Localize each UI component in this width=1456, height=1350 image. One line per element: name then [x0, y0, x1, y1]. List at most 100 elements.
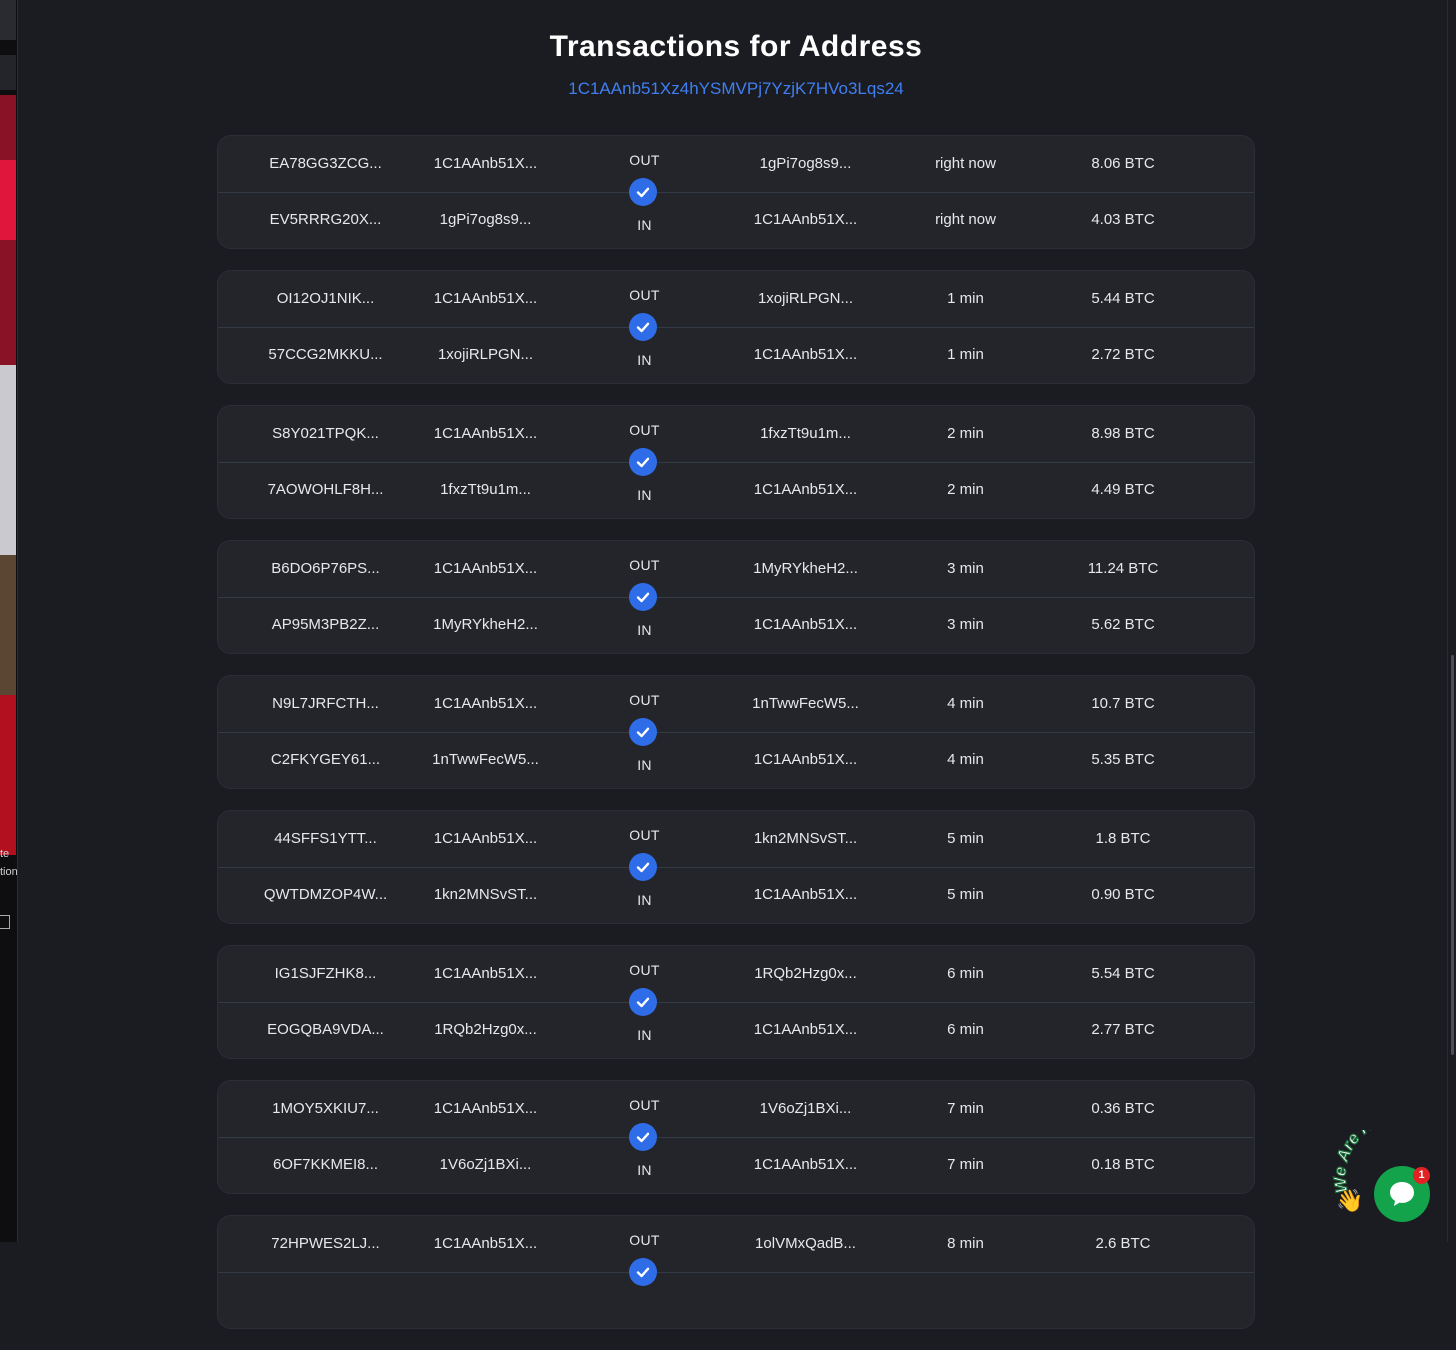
tx-amount: 5.44 BTC: [1091, 290, 1155, 307]
tx-amount: 5.54 BTC: [1091, 965, 1155, 982]
transaction-row-in[interactable]: 57CCG2MKKU... 1xojiRLPGN... IN 1C1AAnb51X..…: [218, 327, 1254, 383]
transaction-row-out[interactable]: S8Y021TPQK... 1C1AAnb51X... OUT 1fxzTt9u1m.…: [218, 406, 1254, 462]
tx-from: 1C1AAnb51X...: [433, 1100, 538, 1117]
transaction-row-out[interactable]: OI12OJ1NIK... 1C1AAnb51X... OUT 1xojiRLPGN.…: [218, 271, 1254, 327]
tx-to: 1C1AAnb51X...: [753, 481, 858, 498]
tx-time: 8 min: [947, 1235, 984, 1252]
tx-from: 1gPi7og8s9...: [439, 211, 532, 228]
scrollbar-thumb[interactable]: [1451, 655, 1454, 1055]
row-divider: [218, 1002, 1254, 1003]
tx-hash: [248, 1272, 403, 1328]
tx-hash: 7AOWOHLF8H...: [267, 481, 384, 498]
tx-hash: 57CCG2MKKU...: [268, 346, 383, 363]
tx-amount: 8.98 BTC: [1091, 425, 1155, 442]
tx-from: 1C1AAnb51X...: [433, 1235, 538, 1252]
tx-amount: 4.03 BTC: [1091, 211, 1155, 228]
tx-amount: 2.72 BTC: [1091, 346, 1155, 363]
transaction-row-out[interactable]: B6DO6P76PS... 1C1AAnb51X... OUT 1MyRYkheH2.…: [218, 541, 1254, 597]
strip-text-2: tion: [0, 866, 18, 878]
tx-from: 1C1AAnb51X...: [433, 830, 538, 847]
tx-to: 1kn2MNSvST...: [753, 830, 858, 847]
tx-to: 1C1AAnb51X...: [753, 886, 858, 903]
tx-to: 1MyRYkheH2...: [753, 560, 858, 577]
check-icon: [629, 1258, 657, 1286]
tx-to: 1V6oZj1BXi...: [759, 1100, 852, 1117]
transaction-row-out[interactable]: 72HPWES2LJ... 1C1AAnb51X... OUT 1olVMxQadB.…: [218, 1216, 1254, 1272]
transaction-row-in[interactable]: EV5RRRG20X... 1gPi7og8s9... IN 1C1AAnb51X..…: [218, 192, 1254, 248]
tx-amount: 4.49 BTC: [1091, 481, 1155, 498]
tx-to: 1C1AAnb51X...: [753, 1021, 858, 1038]
tx-from: [408, 1272, 563, 1328]
tx-time: right now: [935, 155, 996, 172]
transaction-row-in[interactable]: EOGQBA9VDA... 1RQb2Hzg0x... IN 1C1AAnb51X..…: [218, 1002, 1254, 1058]
tx-hash: 44SFFS1YTT...: [274, 830, 377, 847]
check-icon: [629, 1123, 657, 1151]
tx-hash: IG1SJFZHK8...: [274, 965, 377, 982]
tx-hash: QWTDMZOP4W...: [263, 886, 388, 903]
tx-amount: 10.7 BTC: [1091, 695, 1155, 712]
tx-hash: S8Y021TPQK...: [272, 425, 379, 442]
strip-panel-photo: [0, 365, 16, 555]
transaction-group[interactable]: N9L7JRFCTH... 1C1AAnb51X... OUT 1nTwwFecW5.…: [217, 675, 1255, 789]
tx-time: 7 min: [947, 1100, 984, 1117]
tx-from: 1C1AAnb51X...: [433, 290, 538, 307]
tx-hash: 72HPWES2LJ...: [271, 1235, 380, 1252]
tx-to: 1xojiRLPGN...: [757, 290, 854, 307]
tx-time: 5 min: [947, 830, 984, 847]
tx-from: 1MyRYkheH2...: [433, 616, 538, 633]
transaction-row-out[interactable]: N9L7JRFCTH... 1C1AAnb51X... OUT 1nTwwFecW5.…: [218, 676, 1254, 732]
page-scrollbar[interactable]: [1447, 0, 1456, 1242]
chat-widget[interactable]: We Are Here! 👋 1: [1330, 1130, 1456, 1242]
chat-bubble-icon: [1390, 1182, 1414, 1206]
transaction-row-in[interactable]: C2FKYGEY61... 1nTwwFecW5... IN 1C1AAnb51X..…: [218, 732, 1254, 788]
tx-time: 2 min: [947, 481, 984, 498]
transaction-row-in[interactable]: 7AOWOHLF8H... 1fxzTt9u1m... IN 1C1AAnb51X..…: [218, 462, 1254, 518]
tx-hash: EOGQBA9VDA...: [267, 1021, 384, 1038]
tx-to: 1C1AAnb51X...: [753, 616, 858, 633]
transaction-group[interactable]: OI12OJ1NIK... 1C1AAnb51X... OUT 1xojiRLPGN.…: [217, 270, 1255, 384]
address-link[interactable]: 1C1AAnb51Xz4hYSMVPj7YzjK7HVo3Lqs24: [0, 79, 1456, 99]
tx-time: [883, 1272, 1048, 1328]
tx-time: 1 min: [947, 290, 984, 307]
transaction-row-in[interactable]: 6OF7KKMEI8... 1V6oZj1BXi... IN 1C1AAnb51X..…: [218, 1137, 1254, 1193]
tx-time: 5 min: [947, 886, 984, 903]
tx-from: 1RQb2Hzg0x...: [434, 1021, 537, 1038]
transaction-row-out[interactable]: 44SFFS1YTT... 1C1AAnb51X... OUT 1kn2MNSvST.…: [218, 811, 1254, 867]
strip-panel-shelf: [0, 555, 16, 695]
tx-from: 1C1AAnb51X...: [433, 425, 538, 442]
tx-hash: AP95M3PB2Z...: [271, 616, 380, 633]
transaction-group[interactable]: 72HPWES2LJ... 1C1AAnb51X... OUT 1olVMxQadB.…: [217, 1215, 1255, 1329]
tx-to: 1olVMxQadB...: [755, 1235, 856, 1252]
row-divider: [218, 1272, 1254, 1273]
row-divider: [218, 192, 1254, 193]
tx-from: 1fxzTt9u1m...: [440, 481, 531, 498]
transaction-row-out[interactable]: EA78GG3ZCG... 1C1AAnb51X... OUT 1gPi7og8s9.…: [218, 136, 1254, 192]
transaction-group[interactable]: EA78GG3ZCG... 1C1AAnb51X... OUT 1gPi7og8s9.…: [217, 135, 1255, 249]
row-divider: [218, 462, 1254, 463]
strip-panel-banner: [0, 695, 16, 855]
check-icon: [629, 313, 657, 341]
transaction-row-out[interactable]: IG1SJFZHK8... 1C1AAnb51X... OUT 1RQb2Hzg0x.…: [218, 946, 1254, 1002]
transaction-row-out[interactable]: 1MOY5XKIU7... 1C1AAnb51X... OUT 1V6oZj1BXi.…: [218, 1081, 1254, 1137]
transaction-group[interactable]: 44SFFS1YTT... 1C1AAnb51X... OUT 1kn2MNSvST.…: [217, 810, 1255, 924]
tx-time: 6 min: [947, 1021, 984, 1038]
tx-hash: 1MOY5XKIU7...: [272, 1100, 379, 1117]
transaction-group[interactable]: S8Y021TPQK... 1C1AAnb51X... OUT 1fxzTt9u1m.…: [217, 405, 1255, 519]
transaction-group[interactable]: IG1SJFZHK8... 1C1AAnb51X... OUT 1RQb2Hzg0x.…: [217, 945, 1255, 1059]
row-divider: [218, 1137, 1254, 1138]
transaction-row-in[interactable]: AP95M3PB2Z... 1MyRYkheH2... IN 1C1AAnb51X..…: [218, 597, 1254, 653]
transaction-group[interactable]: B6DO6P76PS... 1C1AAnb51X... OUT 1MyRYkheH2.…: [217, 540, 1255, 654]
transaction-row-in[interactable]: QWTDMZOP4W... 1kn2MNSvST... IN 1C1AAnb51X..…: [218, 867, 1254, 923]
tx-from: 1C1AAnb51X...: [433, 155, 538, 172]
check-icon: [629, 448, 657, 476]
tx-amount: [1048, 1272, 1198, 1328]
tx-from: 1C1AAnb51X...: [433, 560, 538, 577]
tx-amount: 5.62 BTC: [1091, 616, 1155, 633]
strip-panel-pink: [0, 160, 16, 240]
transaction-row-in[interactable]: [218, 1272, 1254, 1328]
transaction-group[interactable]: 1MOY5XKIU7... 1C1AAnb51X... OUT 1V6oZj1BXi.…: [217, 1080, 1255, 1194]
wave-hand-icon: 👋: [1336, 1188, 1364, 1213]
check-icon: [629, 718, 657, 746]
tx-to: 1C1AAnb51X...: [753, 346, 858, 363]
tx-amount: 0.36 BTC: [1091, 1100, 1155, 1117]
